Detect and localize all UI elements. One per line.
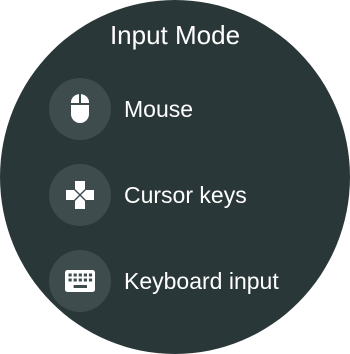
- mouse-icon: [71, 94, 89, 123]
- keyboard-icon-circle: [49, 250, 111, 312]
- menu-item-label: Cursor keys: [124, 182, 247, 208]
- menu-item-label: Keyboard input: [124, 268, 279, 294]
- mouse-icon-circle: [49, 78, 111, 140]
- keyboard-icon: [65, 270, 95, 292]
- watch-screen: Input Mode Mouse Cursor keys Keyboard in…: [0, 0, 350, 354]
- dpad-icon: [66, 181, 94, 209]
- menu-item-label: Mouse: [124, 96, 194, 122]
- menu-item-keyboard-input[interactable]: Keyboard input: [49, 250, 309, 312]
- menu-item-cursor-keys[interactable]: Cursor keys: [49, 164, 309, 226]
- menu-item-mouse[interactable]: Mouse: [49, 78, 309, 140]
- dpad-icon-circle: [49, 164, 111, 226]
- page-title: Input Mode: [109, 20, 241, 50]
